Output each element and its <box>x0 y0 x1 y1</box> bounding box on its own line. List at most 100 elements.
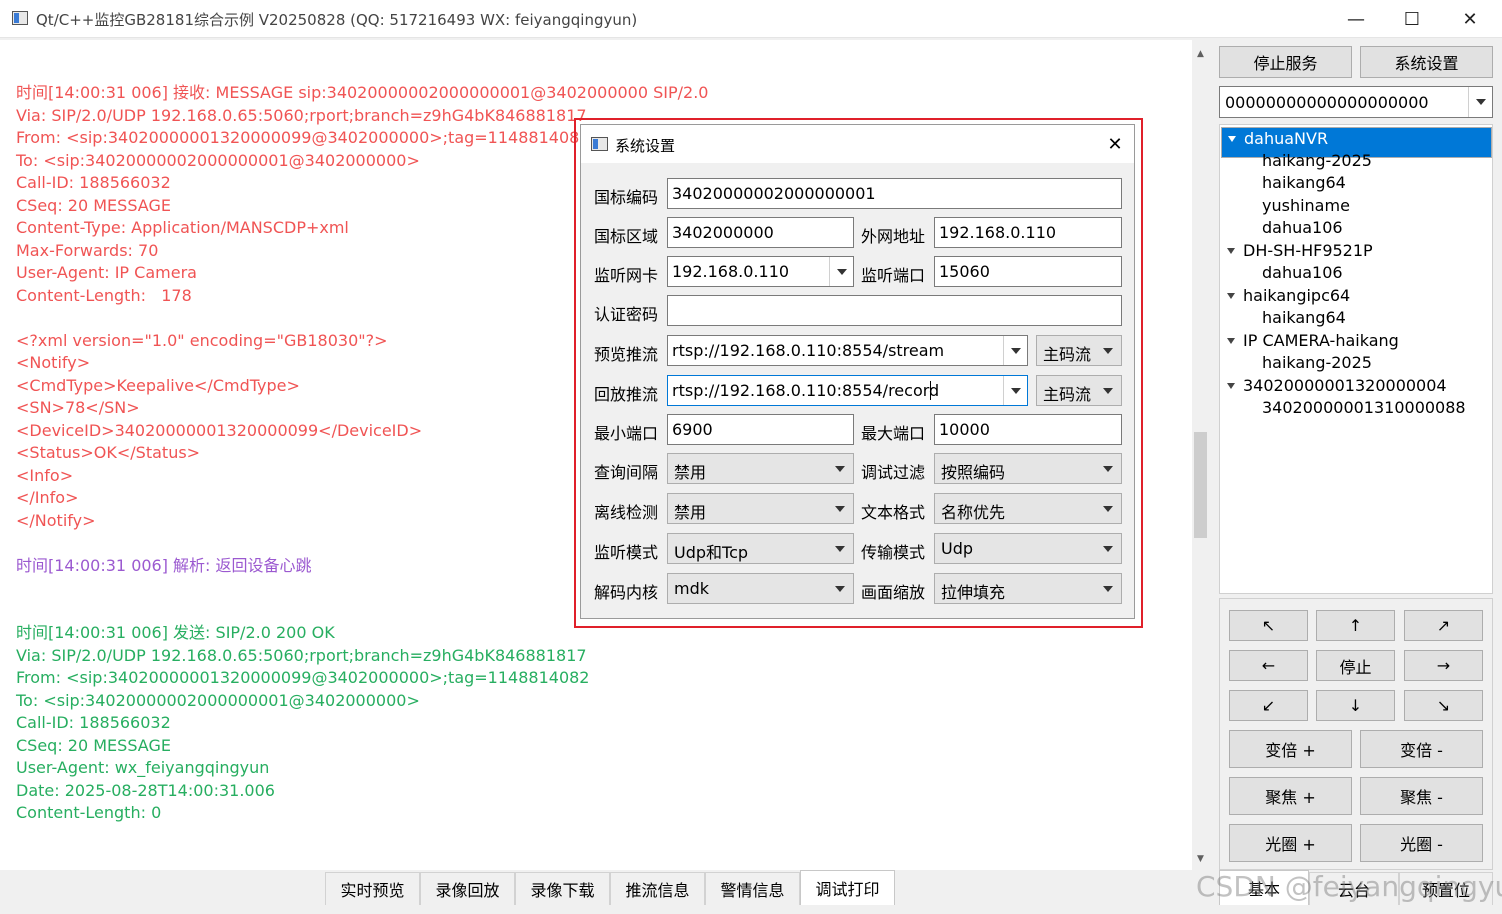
playback-push-combo[interactable]: rtsp://192.168.0.110:8554/record <box>667 375 1028 406</box>
ptz-down-right-button[interactable]: ↘ <box>1404 690 1483 721</box>
tree-item[interactable]: 34020000001320000004 <box>1221 375 1492 397</box>
expand-arrow-icon[interactable] <box>1227 247 1235 254</box>
max-port-input[interactable]: 10000 <box>934 414 1122 445</box>
listen-port-label: 监听端口 <box>861 266 926 285</box>
ptz-down-button[interactable]: ↓ <box>1316 690 1395 721</box>
preview-push-combo[interactable]: rtsp://192.168.0.110:8554/stream <box>667 335 1028 366</box>
auth-pwd-input[interactable] <box>667 295 1122 326</box>
listen-mode-select[interactable]: Udp和Tcp <box>667 533 854 564</box>
iris-in-button[interactable]: 光圈 + <box>1229 824 1352 862</box>
ptz-right-button[interactable]: → <box>1404 650 1483 681</box>
tree-item[interactable]: dahua106 <box>1221 262 1492 284</box>
log-line: Max-Forwards: 70 <box>16 240 159 260</box>
device-tree[interactable]: dahuaNVR haikang-2025 haikang64 yushiname da… <box>1219 124 1493 594</box>
text-format-value: 名称优先 <box>941 503 1006 522</box>
tab-push-info[interactable]: 推流信息 <box>610 872 705 905</box>
tree-item-label: haikang-2025 <box>1262 353 1372 372</box>
tree-item[interactable]: 34020000001310000088 <box>1221 397 1492 419</box>
scroll-down-icon[interactable]: ▼ <box>1192 851 1209 868</box>
playback-push-value: rtsp://192.168.0.110:8554/record <box>672 381 940 400</box>
focus-in-button[interactable]: 聚焦 + <box>1229 777 1352 815</box>
close-button[interactable]: ✕ <box>1442 0 1498 38</box>
chevron-down-icon[interactable] <box>1003 336 1027 365</box>
offline-detect-select[interactable]: 禁用 <box>667 493 854 524</box>
expand-arrow-icon[interactable] <box>1227 382 1235 389</box>
tree-item[interactable]: haikangipc64 <box>1221 285 1492 307</box>
text-format-label: 文本格式 <box>861 503 926 522</box>
debug-filter-select[interactable]: 按照编码 <box>934 453 1122 484</box>
playback-push-label: 回放推流 <box>594 385 659 404</box>
tab-alarm-info[interactable]: 警情信息 <box>705 872 800 905</box>
tree-item[interactable]: haikang-2025 <box>1221 150 1492 172</box>
log-line: <?xml version="1.0" encoding="GB18030"?> <box>16 330 388 350</box>
transport-mode-label: 传输模式 <box>861 543 926 562</box>
preview-stream-select[interactable]: 主码流 <box>1036 335 1122 366</box>
tree-item[interactable]: yushiname <box>1221 195 1492 217</box>
ptz-left-button[interactable]: ← <box>1229 650 1308 681</box>
tab-debug-print[interactable]: 调试打印 <box>800 870 895 905</box>
tree-item[interactable]: IP CAMERA-haikang <box>1221 330 1492 352</box>
expand-arrow-icon[interactable] <box>1228 136 1236 142</box>
zoom-out-button[interactable]: 变倍 - <box>1360 730 1483 768</box>
ptz-down-left-button[interactable]: ↙ <box>1229 690 1308 721</box>
ptz-stop-button[interactable]: 停止 <box>1316 650 1395 681</box>
wan-addr-input[interactable]: 192.168.0.110 <box>934 217 1122 248</box>
log-line: Content-Length: 0 <box>16 803 162 822</box>
log-line: Via: SIP/2.0/UDP 192.168.0.65:5060;rport… <box>16 645 587 665</box>
decoder-select[interactable]: mdk <box>667 573 854 604</box>
playback-stream-select[interactable]: 主码流 <box>1036 375 1122 406</box>
ptz-up-right-button[interactable]: ↗ <box>1404 610 1483 641</box>
minimize-button[interactable]: — <box>1328 0 1384 38</box>
tab-playback[interactable]: 录像回放 <box>420 872 515 905</box>
chevron-down-icon <box>1103 586 1113 592</box>
chevron-down-icon[interactable] <box>1003 376 1027 405</box>
listen-port-input[interactable]: 15060 <box>934 256 1122 287</box>
scrollbar-thumb[interactable] <box>1194 432 1207 538</box>
log-line: Content-Type: Application/MANSCDP+xml <box>16 218 349 237</box>
preview-push-label: 预览推流 <box>594 345 659 364</box>
focus-out-button[interactable]: 聚焦 - <box>1360 777 1483 815</box>
window-title: Qt/C++监控GB28181综合示例 V20250828 (QQ: 51721… <box>36 11 638 29</box>
zoom-in-button[interactable]: 变倍 + <box>1229 730 1352 768</box>
chevron-down-icon <box>835 506 845 512</box>
dialog-close-icon[interactable]: ✕ <box>1101 131 1129 157</box>
tab-download[interactable]: 录像下载 <box>515 872 610 905</box>
stop-service-button[interactable]: 停止服务 <box>1219 46 1352 78</box>
tree-item[interactable]: haikang64 <box>1221 307 1492 329</box>
log-line: User-Agent: IP Camera <box>16 263 197 282</box>
query-interval-select[interactable]: 禁用 <box>667 453 854 484</box>
ptz-up-button[interactable]: ↑ <box>1316 610 1395 641</box>
maximize-button[interactable]: ☐ <box>1384 0 1440 38</box>
gb-area-input[interactable]: 3402000000 <box>667 217 854 248</box>
listen-nic-combo[interactable]: 192.168.0.110 <box>667 256 854 287</box>
min-port-input[interactable]: 6900 <box>667 414 854 445</box>
expand-arrow-icon[interactable] <box>1227 337 1235 344</box>
tree-item[interactable]: haikang-2025 <box>1221 352 1492 374</box>
transport-mode-value: Udp <box>941 539 974 558</box>
log-line: 时间[14:00:31 006] 解析: 返回设备心跳 <box>16 555 312 575</box>
log-line: </Info> <box>16 488 79 507</box>
gb-code-input[interactable]: 34020000002000000001 <box>667 178 1122 209</box>
tree-item[interactable]: dahua106 <box>1221 217 1492 239</box>
expand-arrow-icon[interactable] <box>1227 292 1235 299</box>
scale-select[interactable]: 拉伸填充 <box>934 573 1122 604</box>
text-format-select[interactable]: 名称优先 <box>934 493 1122 524</box>
chevron-down-icon[interactable] <box>829 257 853 286</box>
transport-mode-select[interactable]: Udp <box>934 533 1122 564</box>
tree-item[interactable]: haikang64 <box>1221 172 1492 194</box>
log-line: <Status>OK</Status> <box>16 443 201 462</box>
scroll-up-icon[interactable]: ▲ <box>1192 46 1209 63</box>
log-scrollbar[interactable]: ▲ ▼ <box>1192 46 1209 868</box>
listen-nic-label: 监听网卡 <box>594 266 659 285</box>
tab-live-preview[interactable]: 实时预览 <box>325 872 420 905</box>
chevron-down-icon <box>1103 546 1113 552</box>
system-settings-button[interactable]: 系统设置 <box>1360 46 1493 78</box>
chevron-down-icon[interactable] <box>1468 87 1492 117</box>
tree-item[interactable]: DH-SH-HF9521P <box>1221 240 1492 262</box>
iris-out-button[interactable]: 光圈 - <box>1360 824 1483 862</box>
ptz-up-left-button[interactable]: ↖ <box>1229 610 1308 641</box>
listen-port-value: 15060 <box>939 262 990 281</box>
device-id-combo[interactable]: 00000000000000000000 <box>1219 86 1493 118</box>
auth-pwd-label: 认证密码 <box>594 305 659 324</box>
gb-area-value: 3402000000 <box>672 223 774 242</box>
